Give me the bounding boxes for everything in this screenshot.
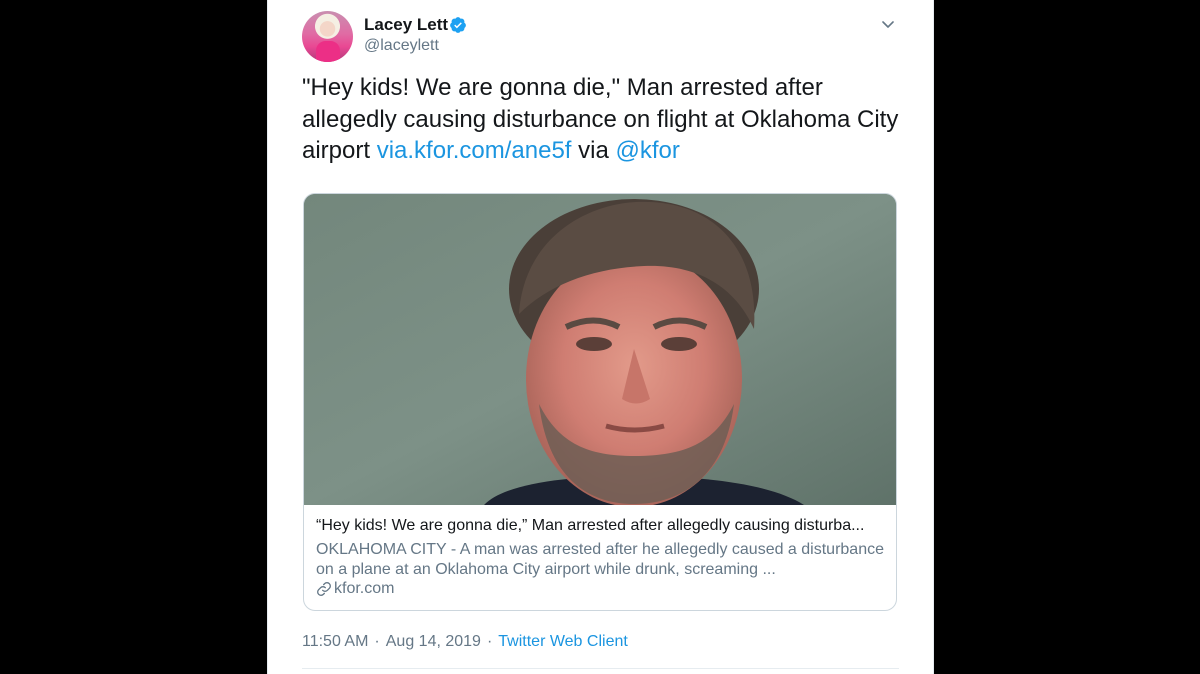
verified-badge-icon (450, 17, 466, 33)
tweet-meta: 11:50 AM · Aug 14, 2019 · Twitter Web Cl… (302, 633, 628, 651)
mugshot-illustration (304, 194, 896, 507)
card-domain[interactable]: kfor.com (316, 580, 394, 598)
link-icon (317, 582, 331, 596)
author-handle[interactable]: @laceylett (364, 37, 439, 55)
tweet-text: "Hey kids! We are gonna die," Man arrest… (302, 72, 902, 167)
meta-separator: · (374, 633, 380, 650)
mugshot-photo[interactable] (304, 194, 896, 507)
tweet-client[interactable]: Twitter Web Client (498, 633, 628, 651)
card-description: OKLAHOMA CITY - A man was arrested after… (316, 541, 884, 578)
card-domain-text: kfor.com (334, 580, 395, 597)
divider (302, 668, 899, 669)
tweet-container: Lacey Lett @laceylett "Hey kids! We are … (267, 0, 934, 674)
meta-separator-2: · (486, 633, 493, 650)
avatar-figure (316, 41, 340, 62)
chevron-down-icon[interactable] (880, 16, 896, 32)
card-title[interactable]: “Hey kids! We are gonna die,” Man arrest… (316, 517, 886, 535)
mention-link[interactable]: @kfor (615, 137, 679, 164)
tweet-link[interactable]: via.kfor.com/ane5f (377, 137, 572, 164)
tweet-time[interactable]: 11:50 AM (302, 633, 368, 651)
link-card[interactable]: “Hey kids! We are gonna die,” Man arrest… (303, 193, 897, 611)
author-name[interactable]: Lacey Lett (364, 15, 448, 35)
avatar[interactable] (302, 11, 353, 62)
tweet-text-via: via (571, 137, 616, 164)
tweet-date[interactable]: Aug 14, 2019 (386, 633, 481, 651)
